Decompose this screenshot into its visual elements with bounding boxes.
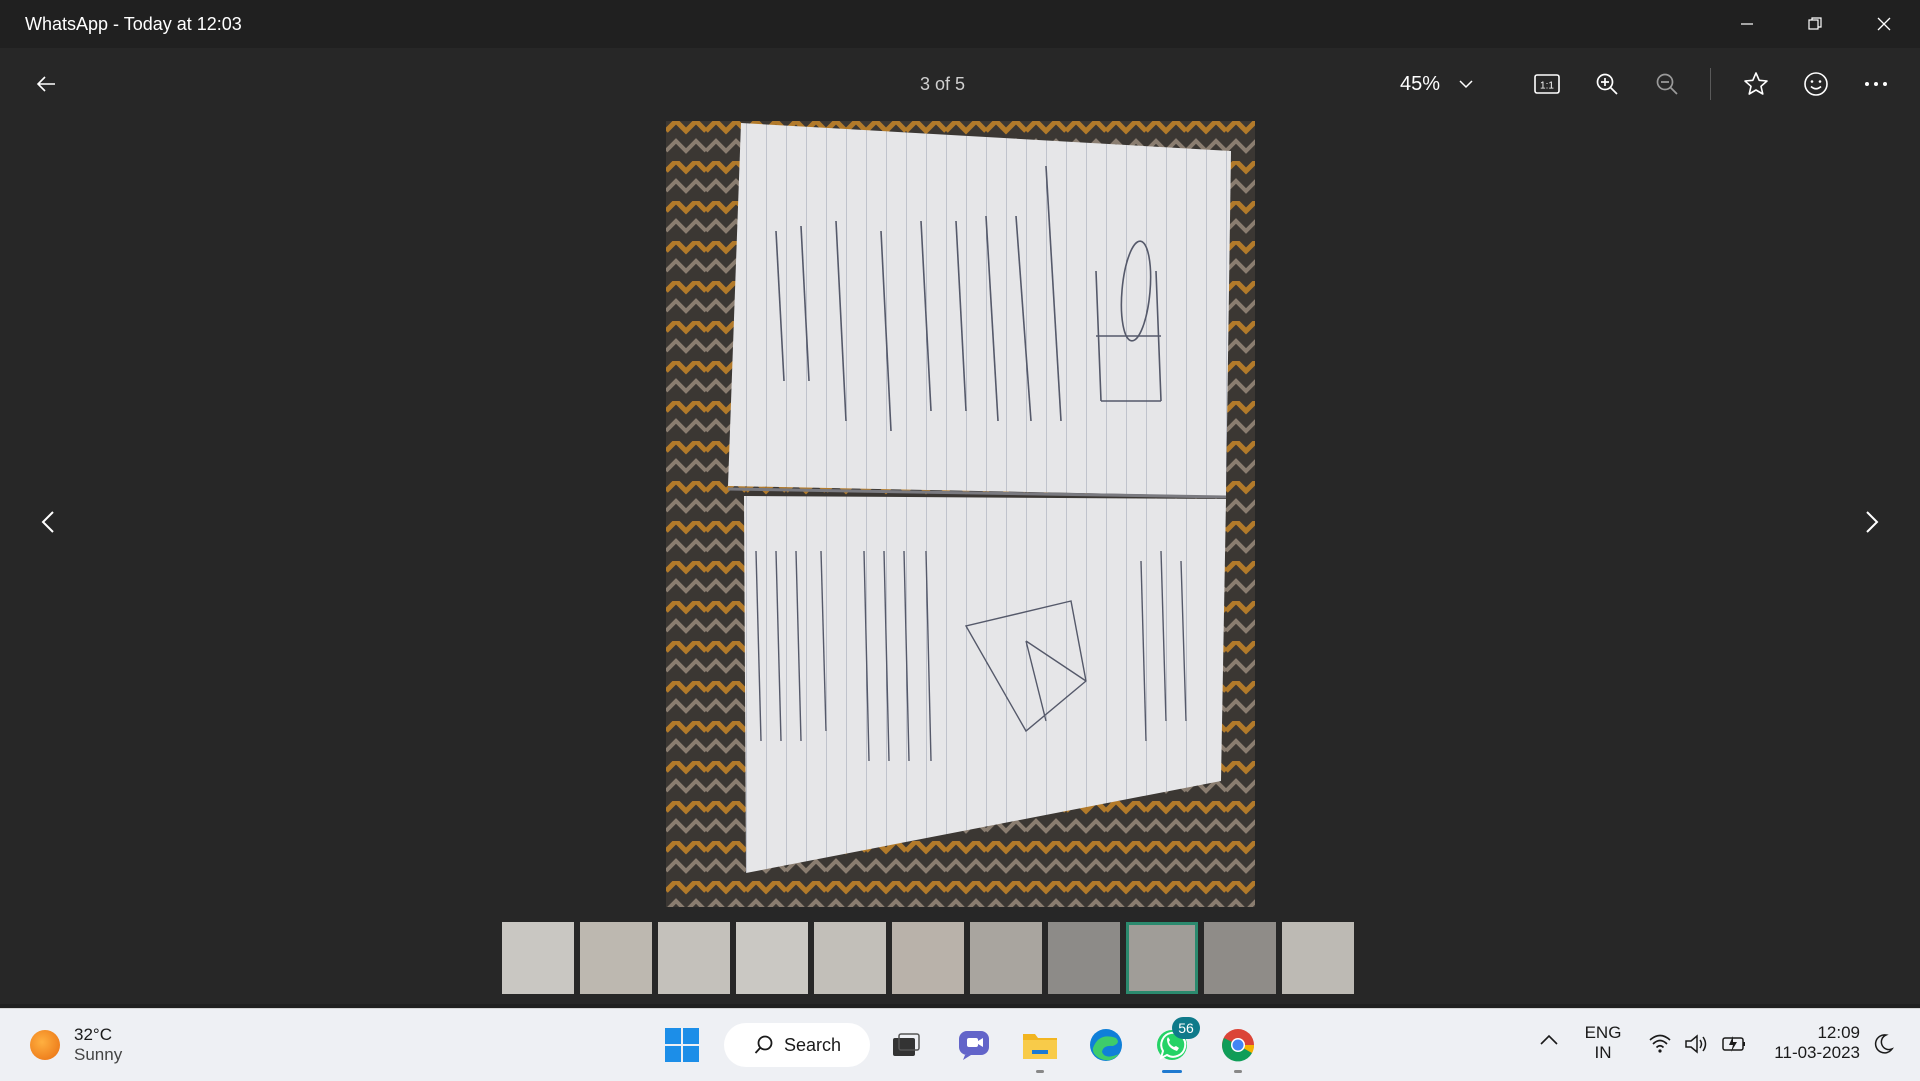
- more-icon: [1865, 82, 1887, 86]
- chrome-icon: [1222, 1029, 1255, 1062]
- toolbar-divider: [1710, 68, 1711, 100]
- task-view-icon: [893, 1033, 920, 1056]
- chevron-right-icon: [1866, 511, 1879, 533]
- thumbnail[interactable]: [1282, 922, 1354, 994]
- chat-icon: [959, 1031, 989, 1060]
- back-button[interactable]: [24, 62, 68, 106]
- sun-icon: [30, 1030, 60, 1060]
- thumbnail[interactable]: [892, 922, 964, 994]
- svg-text:1:1: 1:1: [1540, 81, 1554, 92]
- thumbnail[interactable]: [580, 922, 652, 994]
- filmstrip: [502, 922, 1354, 994]
- thumbnail-selected[interactable]: [1126, 922, 1198, 994]
- zoom-in-button[interactable]: [1585, 62, 1629, 106]
- chevron-down-icon: [1459, 80, 1473, 89]
- weather-desc: Sunny: [74, 1045, 123, 1064]
- search-icon: [754, 1035, 773, 1054]
- thumbnail[interactable]: [658, 922, 730, 994]
- clock-time: 12:09: [1817, 1023, 1860, 1042]
- wifi-icon[interactable]: [1648, 1033, 1672, 1058]
- edge-icon: [1090, 1029, 1122, 1061]
- task-view-button[interactable]: [882, 1021, 930, 1069]
- start-button[interactable]: [658, 1021, 706, 1069]
- teams-chat-button[interactable]: [950, 1021, 998, 1069]
- region-code: IN: [1594, 1043, 1612, 1062]
- thumbnail[interactable]: [970, 922, 1042, 994]
- thumbnail[interactable]: [1048, 922, 1120, 994]
- chrome-button[interactable]: [1214, 1021, 1262, 1073]
- clock-date: 11-03-2023: [1774, 1043, 1860, 1062]
- zoom-dropdown[interactable]: 45%: [1400, 62, 1500, 106]
- notebook-illustration: [666, 121, 1255, 907]
- thumbnail[interactable]: [736, 922, 808, 994]
- file-explorer-button[interactable]: [1016, 1021, 1064, 1073]
- language-indicator[interactable]: ENG IN: [1580, 1023, 1626, 1063]
- search-box[interactable]: Search: [724, 1023, 870, 1067]
- window-title: WhatsApp - Today at 12:03: [25, 14, 242, 34]
- minimize-button[interactable]: [1713, 0, 1781, 48]
- title-bar: WhatsApp - Today at 12:03: [0, 0, 1920, 48]
- chevron-left-icon: [41, 511, 54, 533]
- clock[interactable]: 12:09 11-03-2023: [1764, 1023, 1860, 1063]
- star-button[interactable]: [1734, 62, 1778, 106]
- whatsapp-button[interactable]: 56: [1148, 1017, 1200, 1073]
- actual-size-icon: 1:1: [1534, 74, 1560, 94]
- more-options-button[interactable]: [1854, 62, 1898, 106]
- focus-assist-icon[interactable]: [1872, 1033, 1895, 1060]
- battery-icon[interactable]: [1720, 1034, 1748, 1059]
- back-arrow-icon: [36, 76, 55, 92]
- emoji-icon: [1804, 72, 1828, 96]
- image-viewer: [0, 120, 1920, 1004]
- edge-button[interactable]: [1082, 1021, 1130, 1069]
- running-indicator: [1036, 1070, 1044, 1073]
- show-hidden-icons-button[interactable]: [1540, 1033, 1558, 1051]
- running-indicator: [1234, 1070, 1242, 1073]
- zoom-value: 45%: [1400, 72, 1441, 95]
- close-button[interactable]: [1850, 0, 1918, 48]
- zoom-out-button[interactable]: [1645, 62, 1689, 106]
- image-counter: 3 of 5: [920, 74, 966, 94]
- search-label: Search: [784, 1034, 842, 1055]
- zoom-out-icon: [1656, 73, 1678, 95]
- restore-button[interactable]: [1781, 0, 1849, 48]
- folder-icon: [1023, 1034, 1057, 1059]
- chevron-up-icon: [1540, 1034, 1558, 1045]
- notebook-photo: [666, 121, 1255, 907]
- notification-badge: 56: [1172, 1017, 1200, 1039]
- viewer-toolbar: 3 of 5 45% 1:1: [0, 48, 1920, 120]
- zoom-in-icon: [1596, 73, 1618, 95]
- react-button[interactable]: [1794, 62, 1838, 106]
- star-icon: [1744, 72, 1768, 95]
- taskbar: 32°C Sunny Search 56 ENG IN 12:09 11-03-…: [0, 1008, 1920, 1081]
- thumbnail[interactable]: [502, 922, 574, 994]
- thumbnail[interactable]: [1204, 922, 1276, 994]
- thumbnail[interactable]: [814, 922, 886, 994]
- actual-size-button[interactable]: 1:1: [1525, 62, 1569, 106]
- previous-image-button[interactable]: [28, 492, 68, 552]
- volume-icon[interactable]: [1684, 1033, 1710, 1060]
- weather-widget[interactable]: 32°C Sunny: [30, 1023, 122, 1067]
- windows-logo-icon: [665, 1028, 699, 1062]
- active-indicator: [1162, 1070, 1182, 1073]
- language-code: ENG: [1584, 1023, 1622, 1042]
- weather-temp: 32°C: [74, 1025, 112, 1044]
- next-image-button[interactable]: [1852, 492, 1892, 552]
